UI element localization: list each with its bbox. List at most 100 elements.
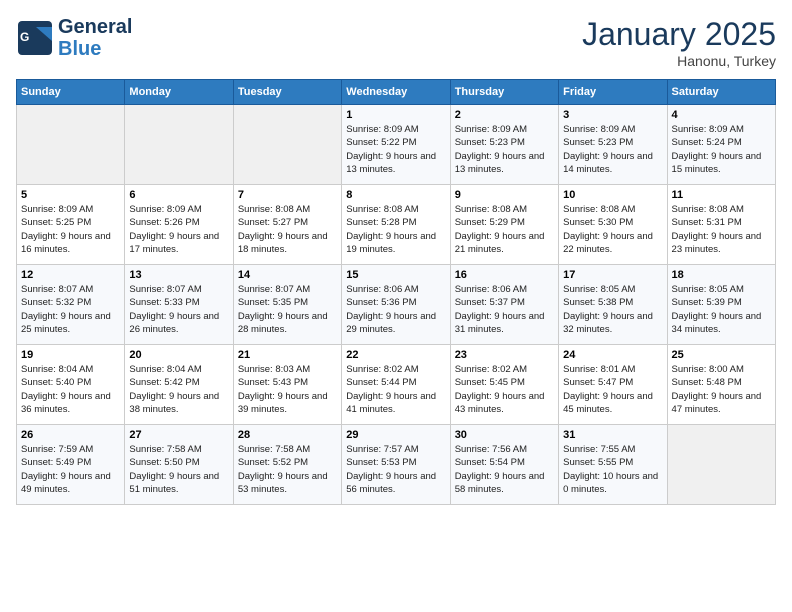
day-info: Sunrise: 8:09 AMSunset: 5:23 PMDaylight:… [455, 123, 554, 176]
day-info: Sunrise: 8:08 AMSunset: 5:27 PMDaylight:… [238, 203, 337, 256]
calendar-day-cell: 29 Sunrise: 7:57 AMSunset: 5:53 PMDayligh… [342, 425, 450, 505]
day-number: 9 [455, 189, 554, 201]
calendar-day-cell: 20Sunrise: 8:04 AMSunset: 5:42 PMDayligh… [125, 345, 233, 425]
day-number: 3 [563, 109, 662, 121]
day-info: Sunrise: 8:05 AMSunset: 5:38 PMDaylight:… [563, 283, 662, 336]
calendar-week-row: 5 Sunrise: 8:09 AMSunset: 5:25 PMDaylight… [17, 185, 776, 265]
calendar-day-cell: 10 Sunrise: 8:08 AMSunset: 5:30 PMDayligh… [559, 185, 667, 265]
day-number: 15 [346, 269, 445, 281]
day-info: Sunrise: 8:00 AMSunset: 5:48 PMDaylight:… [672, 363, 771, 416]
day-number: 30 [455, 429, 554, 441]
calendar-day-cell: 28Sunrise: 7:58 AMSunset: 5:52 PMDayligh… [233, 425, 341, 505]
calendar-day-cell: 18 Sunrise: 8:05 AMSunset: 5:39 PMDayligh… [667, 265, 775, 345]
day-number: 18 [672, 269, 771, 281]
calendar-day-cell: 12 Sunrise: 8:07 AMSunset: 5:32 PMDayligh… [17, 265, 125, 345]
day-info: Sunrise: 8:09 AMSunset: 5:24 PMDaylight:… [672, 123, 771, 176]
calendar-day-cell: 2Sunrise: 8:09 AMSunset: 5:23 PMDaylight… [450, 105, 558, 185]
day-number: 27 [129, 429, 228, 441]
day-number: 24 [563, 349, 662, 361]
day-info: Sunrise: 8:08 AMSunset: 5:31 PMDaylight:… [672, 203, 771, 256]
calendar-week-row: 1Sunrise: 8:09 AMSunset: 5:22 PMDaylight… [17, 105, 776, 185]
day-number: 8 [346, 189, 445, 201]
location: Hanonu, Turkey [582, 53, 776, 69]
calendar-day-cell: 21 Sunrise: 8:03 AMSunset: 5:43 PMDayligh… [233, 345, 341, 425]
day-info: Sunrise: 7:55 AMSunset: 5:55 PMDaylight:… [563, 443, 662, 496]
calendar-day-cell: 27 Sunrise: 7:58 AMSunset: 5:50 PMDayligh… [125, 425, 233, 505]
calendar-day-cell: 24 Sunrise: 8:01 AMSunset: 5:47 PMDayligh… [559, 345, 667, 425]
calendar-day-cell: 4Sunrise: 8:09 AMSunset: 5:24 PMDaylight… [667, 105, 775, 185]
calendar-day-cell: 15 Sunrise: 8:06 AMSunset: 5:36 PMDayligh… [342, 265, 450, 345]
day-info: Sunrise: 8:09 AMSunset: 5:26 PMDaylight:… [129, 203, 228, 256]
calendar-day-cell: 30Sunrise: 7:56 AMSunset: 5:54 PMDayligh… [450, 425, 558, 505]
day-info: Sunrise: 8:07 AMSunset: 5:33 PMDaylight:… [129, 283, 228, 336]
calendar-week-row: 19Sunrise: 8:04 AMSunset: 5:40 PMDayligh… [17, 345, 776, 425]
page-header: G General Blue January 2025 Hanonu, Turk… [16, 16, 776, 69]
calendar-table: SundayMondayTuesdayWednesdayThursdayFrid… [16, 79, 776, 505]
calendar-day-cell [667, 425, 775, 505]
calendar-day-cell: 31 Sunrise: 7:55 AMSunset: 5:55 PMDayligh… [559, 425, 667, 505]
calendar-day-cell: 14 Sunrise: 8:07 AMSunset: 5:35 PMDayligh… [233, 265, 341, 345]
logo-blue-text: Blue [58, 38, 132, 60]
title-block: January 2025 Hanonu, Turkey [582, 16, 776, 69]
calendar-header-row: SundayMondayTuesdayWednesdayThursdayFrid… [17, 80, 776, 105]
logo-icon: G [16, 19, 54, 57]
day-info: Sunrise: 8:05 AMSunset: 5:39 PMDaylight:… [672, 283, 771, 336]
day-number: 6 [129, 189, 228, 201]
svg-text:G: G [20, 30, 29, 44]
day-number: 7 [238, 189, 337, 201]
calendar-day-cell: 7 Sunrise: 8:08 AMSunset: 5:27 PMDaylight… [233, 185, 341, 265]
calendar-day-cell: 1Sunrise: 8:09 AMSunset: 5:22 PMDaylight… [342, 105, 450, 185]
day-info: Sunrise: 8:04 AMSunset: 5:40 PMDaylight:… [21, 363, 120, 416]
calendar-day-cell [17, 105, 125, 185]
day-info: Sunrise: 8:02 AMSunset: 5:45 PMDaylight:… [455, 363, 554, 416]
day-number: 31 [563, 429, 662, 441]
day-info: Sunrise: 8:04 AMSunset: 5:42 PMDaylight:… [129, 363, 228, 416]
day-number: 22 [346, 349, 445, 361]
day-info: Sunrise: 8:08 AMSunset: 5:30 PMDaylight:… [563, 203, 662, 256]
calendar-day-cell: 13 Sunrise: 8:07 AMSunset: 5:33 PMDayligh… [125, 265, 233, 345]
logo-general-text: General [58, 16, 132, 38]
day-number: 13 [129, 269, 228, 281]
day-of-week-header: Saturday [667, 80, 775, 105]
calendar-day-cell: 19Sunrise: 8:04 AMSunset: 5:40 PMDayligh… [17, 345, 125, 425]
day-info: Sunrise: 8:06 AMSunset: 5:36 PMDaylight:… [346, 283, 445, 336]
day-number: 11 [672, 189, 771, 201]
day-info: Sunrise: 8:07 AMSunset: 5:35 PMDaylight:… [238, 283, 337, 336]
day-info: Sunrise: 8:09 AMSunset: 5:25 PMDaylight:… [21, 203, 120, 256]
calendar-day-cell: 6 Sunrise: 8:09 AMSunset: 5:26 PMDaylight… [125, 185, 233, 265]
day-info: Sunrise: 8:03 AMSunset: 5:43 PMDaylight:… [238, 363, 337, 416]
calendar-day-cell: 23Sunrise: 8:02 AMSunset: 5:45 PMDayligh… [450, 345, 558, 425]
day-info: Sunrise: 8:07 AMSunset: 5:32 PMDaylight:… [21, 283, 120, 336]
calendar-day-cell: 9 Sunrise: 8:08 AMSunset: 5:29 PMDaylight… [450, 185, 558, 265]
day-number: 25 [672, 349, 771, 361]
day-info: Sunrise: 8:01 AMSunset: 5:47 PMDaylight:… [563, 363, 662, 416]
calendar-day-cell: 25 Sunrise: 8:00 AMSunset: 5:48 PMDayligh… [667, 345, 775, 425]
day-info: Sunrise: 7:59 AMSunset: 5:49 PMDaylight:… [21, 443, 120, 496]
calendar-week-row: 12 Sunrise: 8:07 AMSunset: 5:32 PMDayligh… [17, 265, 776, 345]
day-info: Sunrise: 7:58 AMSunset: 5:50 PMDaylight:… [129, 443, 228, 496]
day-info: Sunrise: 7:57 AMSunset: 5:53 PMDaylight:… [346, 443, 445, 496]
calendar-day-cell [125, 105, 233, 185]
day-number: 12 [21, 269, 120, 281]
day-number: 1 [346, 109, 445, 121]
day-of-week-header: Thursday [450, 80, 558, 105]
calendar-day-cell: 16Sunrise: 8:06 AMSunset: 5:37 PMDayligh… [450, 265, 558, 345]
calendar-day-cell: 11 Sunrise: 8:08 AMSunset: 5:31 PMDayligh… [667, 185, 775, 265]
calendar-day-cell: 3Sunrise: 8:09 AMSunset: 5:23 PMDaylight… [559, 105, 667, 185]
day-of-week-header: Sunday [17, 80, 125, 105]
calendar-day-cell [233, 105, 341, 185]
calendar-day-cell: 5 Sunrise: 8:09 AMSunset: 5:25 PMDaylight… [17, 185, 125, 265]
day-number: 10 [563, 189, 662, 201]
calendar-day-cell: 8Sunrise: 8:08 AMSunset: 5:28 PMDaylight… [342, 185, 450, 265]
day-number: 14 [238, 269, 337, 281]
day-info: Sunrise: 8:08 AMSunset: 5:29 PMDaylight:… [455, 203, 554, 256]
day-number: 5 [21, 189, 120, 201]
day-number: 29 [346, 429, 445, 441]
day-of-week-header: Friday [559, 80, 667, 105]
day-number: 17 [563, 269, 662, 281]
calendar-day-cell: 26Sunrise: 7:59 AMSunset: 5:49 PMDayligh… [17, 425, 125, 505]
day-number: 21 [238, 349, 337, 361]
month-title: January 2025 [582, 16, 776, 53]
day-number: 16 [455, 269, 554, 281]
day-of-week-header: Monday [125, 80, 233, 105]
